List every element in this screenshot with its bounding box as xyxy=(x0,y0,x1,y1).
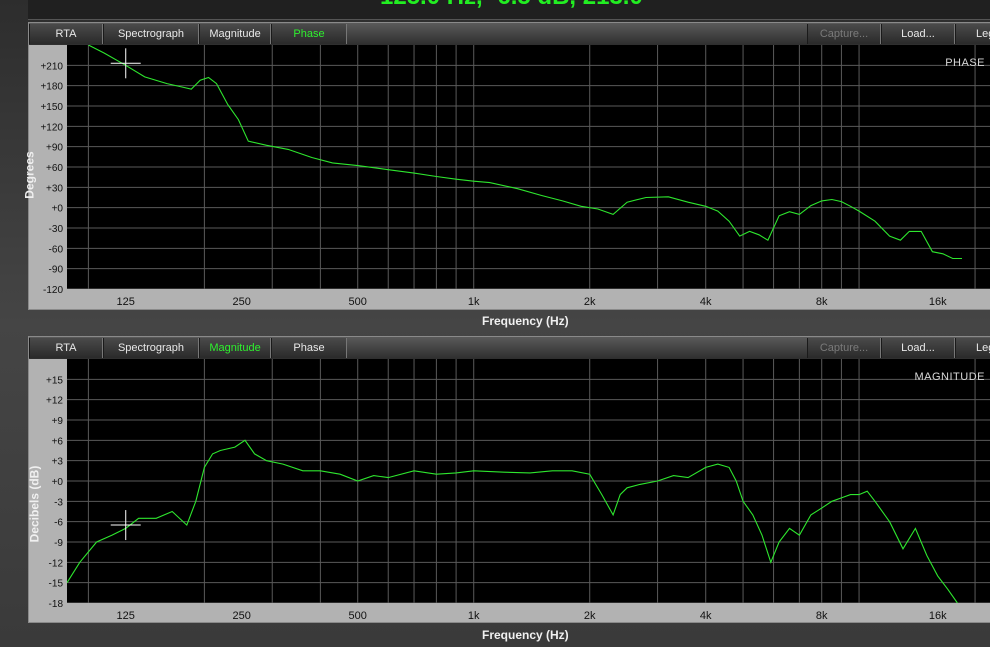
phase-y-tick-7: +90 xyxy=(46,143,63,154)
phase-x-tick-5: 4k xyxy=(700,296,712,308)
phase-trace xyxy=(88,45,962,260)
magnitude-y-tick-4: -6 xyxy=(54,518,63,529)
phase-tab-spectrograph[interactable]: Spectrograph xyxy=(103,24,199,44)
mag-tab-phase[interactable]: Phase xyxy=(271,338,347,358)
magnitude-x-tick-1: 250 xyxy=(233,610,251,622)
magnitude-x-axis-title: Frequency (Hz) xyxy=(482,628,569,642)
magnitude-x-tick-7: 16k xyxy=(929,610,947,622)
magnitude-y-axis-title: Decibels (dB) xyxy=(27,465,42,543)
phase-corner-label: PHASE xyxy=(945,57,985,69)
phase-load-button[interactable]: Load... xyxy=(881,24,955,44)
phase-x-tick-0: 125 xyxy=(117,296,135,308)
magnitude-x-tick-6: 8k xyxy=(816,610,828,622)
phase-plot-area[interactable]: PHASE xyxy=(67,45,990,289)
phase-y-tick-0: -120 xyxy=(43,285,63,296)
mag-legend-button[interactable]: Legend xyxy=(955,338,990,358)
phase-tab-rta[interactable]: RTA xyxy=(29,24,103,44)
magnitude-y-tick-8: +6 xyxy=(52,436,64,447)
magnitude-y-tick-6: +0 xyxy=(52,477,64,488)
magnitude-y-tick-5: -3 xyxy=(54,497,63,508)
phase-x-tick-1: 250 xyxy=(233,296,251,308)
magnitude-x-tick-2: 500 xyxy=(349,610,367,622)
magnitude-y-tick-2: -12 xyxy=(49,558,64,569)
phase-y-tick-8: +120 xyxy=(40,122,63,133)
phase-chart xyxy=(67,45,990,289)
phase-y-tick-10: +180 xyxy=(40,82,63,93)
phase-x-tick-7: 16k xyxy=(929,296,947,308)
magnitude-x-tick-3: 1k xyxy=(468,610,480,622)
cursor-readout: 125.0 Hz, -6.5 dB, 213.0 xyxy=(380,0,643,9)
magnitude-x-tick-0: 125 xyxy=(117,610,135,622)
magnitude-y-tick-3: -9 xyxy=(54,538,63,549)
phase-legend-button[interactable]: Legend xyxy=(955,24,990,44)
magnitude-y-tick-11: +15 xyxy=(46,375,63,386)
phase-x-tick-4: 2k xyxy=(584,296,596,308)
phase-tab-magnitude[interactable]: Magnitude xyxy=(199,24,271,44)
phase-tab-phase[interactable]: Phase xyxy=(271,24,347,44)
magnitude-corner-label: MAGNITUDE xyxy=(914,371,985,383)
mag-tab-spectrograph[interactable]: Spectrograph xyxy=(103,338,199,358)
mag-load-button[interactable]: Load... xyxy=(881,338,955,358)
mag-tab-magnitude[interactable]: Magnitude xyxy=(199,338,271,358)
phase-y-tick-11: +210 xyxy=(40,61,63,72)
phase-y-tick-4: +0 xyxy=(52,204,64,215)
magnitude-y-tick-7: +3 xyxy=(52,457,64,468)
mag-tab-rta[interactable]: RTA xyxy=(29,338,103,358)
phase-y-axis-title: Degrees xyxy=(22,151,37,199)
phase-tab-bar: RTA Spectrograph Magnitude Phase Capture… xyxy=(29,23,990,45)
phase-x-tick-6: 8k xyxy=(816,296,828,308)
magnitude-x-tick-4: 2k xyxy=(584,610,596,622)
magnitude-y-tick-10: +12 xyxy=(46,396,63,407)
phase-panel: RTA Spectrograph Magnitude Phase Capture… xyxy=(23,22,990,328)
mag-capture-button[interactable]: Capture... xyxy=(807,338,881,358)
magnitude-tab-bar: RTA Spectrograph Magnitude Phase Capture… xyxy=(29,337,990,359)
phase-x-tick-2: 500 xyxy=(349,296,367,308)
phase-y-tick-9: +150 xyxy=(40,102,63,113)
magnitude-y-tick-1: -15 xyxy=(49,579,64,590)
magnitude-plot-area[interactable]: MAGNITUDE xyxy=(67,359,990,603)
phase-capture-button[interactable]: Capture... xyxy=(807,24,881,44)
phase-y-tick-6: +60 xyxy=(46,163,63,174)
phase-x-axis-title: Frequency (Hz) xyxy=(482,314,569,328)
magnitude-chart xyxy=(67,359,990,603)
phase-y-tick-2: -60 xyxy=(49,244,64,255)
phase-y-tick-5: +30 xyxy=(46,183,63,194)
phase-x-tick-3: 1k xyxy=(468,296,480,308)
magnitude-panel: RTA Spectrograph Magnitude Phase Capture… xyxy=(27,336,990,642)
magnitude-y-tick-9: +9 xyxy=(52,416,64,427)
phase-y-tick-3: -30 xyxy=(49,224,64,235)
phase-y-tick-1: -90 xyxy=(49,265,64,276)
magnitude-y-tick-0: -18 xyxy=(49,599,64,610)
magnitude-x-tick-5: 4k xyxy=(700,610,712,622)
